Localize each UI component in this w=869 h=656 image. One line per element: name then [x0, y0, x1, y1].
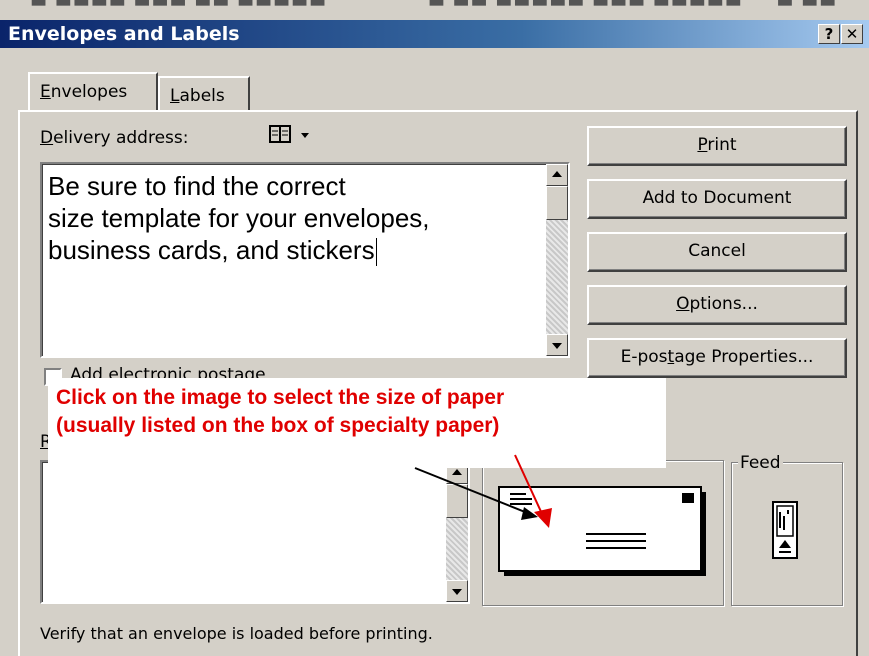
tab-envelopes-hotkey: E	[40, 82, 51, 102]
background-toolbar-text: ▬ ▬▬▬▬ ▬▬▬ ▬▬ ▬▬▬▬▬ ▬ ▬▬ ▬▬▬▬▬ ▬▬▬ ▬▬▬▬▬…	[30, 0, 838, 12]
delivery-address-input[interactable]: Be sure to find the correct size templat…	[40, 162, 570, 358]
title-bar[interactable]: Envelopes and Labels ? ✕	[0, 20, 869, 48]
return-scrollbar[interactable]	[446, 462, 468, 602]
text-caret	[375, 238, 377, 267]
feed-title: Feed	[738, 453, 783, 473]
arrow-down-icon	[452, 589, 462, 595]
envelope-preview-icon	[498, 486, 706, 576]
tab-envelopes-label: nvelopes	[50, 82, 128, 102]
tab-envelopes[interactable]: Envelopes	[28, 72, 158, 110]
options-button[interactable]: Options...	[587, 285, 847, 325]
envelope-feed-icon	[772, 501, 798, 559]
address-book-button[interactable]	[268, 122, 322, 148]
print-button[interactable]: Print	[587, 126, 847, 166]
arrow-down-icon	[552, 343, 562, 349]
delivery-address-label: Delivery address:	[40, 128, 189, 148]
add-to-document-button[interactable]: Add to Document	[587, 179, 847, 219]
feed-preview[interactable]	[770, 500, 800, 560]
delivery-scrollbar[interactable]	[546, 164, 568, 356]
scroll-thumb[interactable]	[446, 484, 468, 518]
epostage-properties-button[interactable]: E-postage Properties...	[587, 338, 847, 378]
cancel-button[interactable]: Cancel	[587, 232, 847, 272]
scroll-up-button[interactable]	[546, 164, 568, 186]
arrow-up-icon	[452, 469, 462, 475]
address-book-icon	[269, 125, 309, 143]
scroll-down-button[interactable]	[546, 334, 568, 356]
background-toolbar-strip: ▬ ▬▬▬▬ ▬▬▬ ▬▬ ▬▬▬▬▬ ▬ ▬▬ ▬▬▬▬▬ ▬▬▬ ▬▬▬▬▬…	[0, 0, 869, 20]
window-title: Envelopes and Labels	[8, 23, 240, 45]
instruction-callout: Click on the image to select the size of…	[48, 378, 666, 468]
close-icon: ✕	[845, 25, 859, 43]
callout-line-1: Click on the image to select the size of…	[56, 386, 505, 409]
tab-labels-label: abels	[179, 86, 225, 106]
callout-line-2: (usually listed on the box of specialty …	[56, 414, 500, 437]
return-address-input[interactable]	[40, 460, 470, 604]
status-footer: Verify that an envelope is loaded before…	[40, 624, 433, 643]
close-button[interactable]: ✕	[841, 24, 863, 44]
delivery-address-text: Be sure to find the correct size templat…	[48, 171, 430, 267]
arrow-up-icon	[552, 171, 562, 177]
envelope-preview[interactable]	[496, 484, 710, 580]
help-icon: ?	[824, 25, 834, 43]
help-button[interactable]: ?	[818, 24, 840, 44]
scroll-down-button[interactable]	[446, 580, 468, 602]
scroll-thumb[interactable]	[546, 186, 568, 220]
tab-labels[interactable]: Labels	[158, 76, 250, 110]
